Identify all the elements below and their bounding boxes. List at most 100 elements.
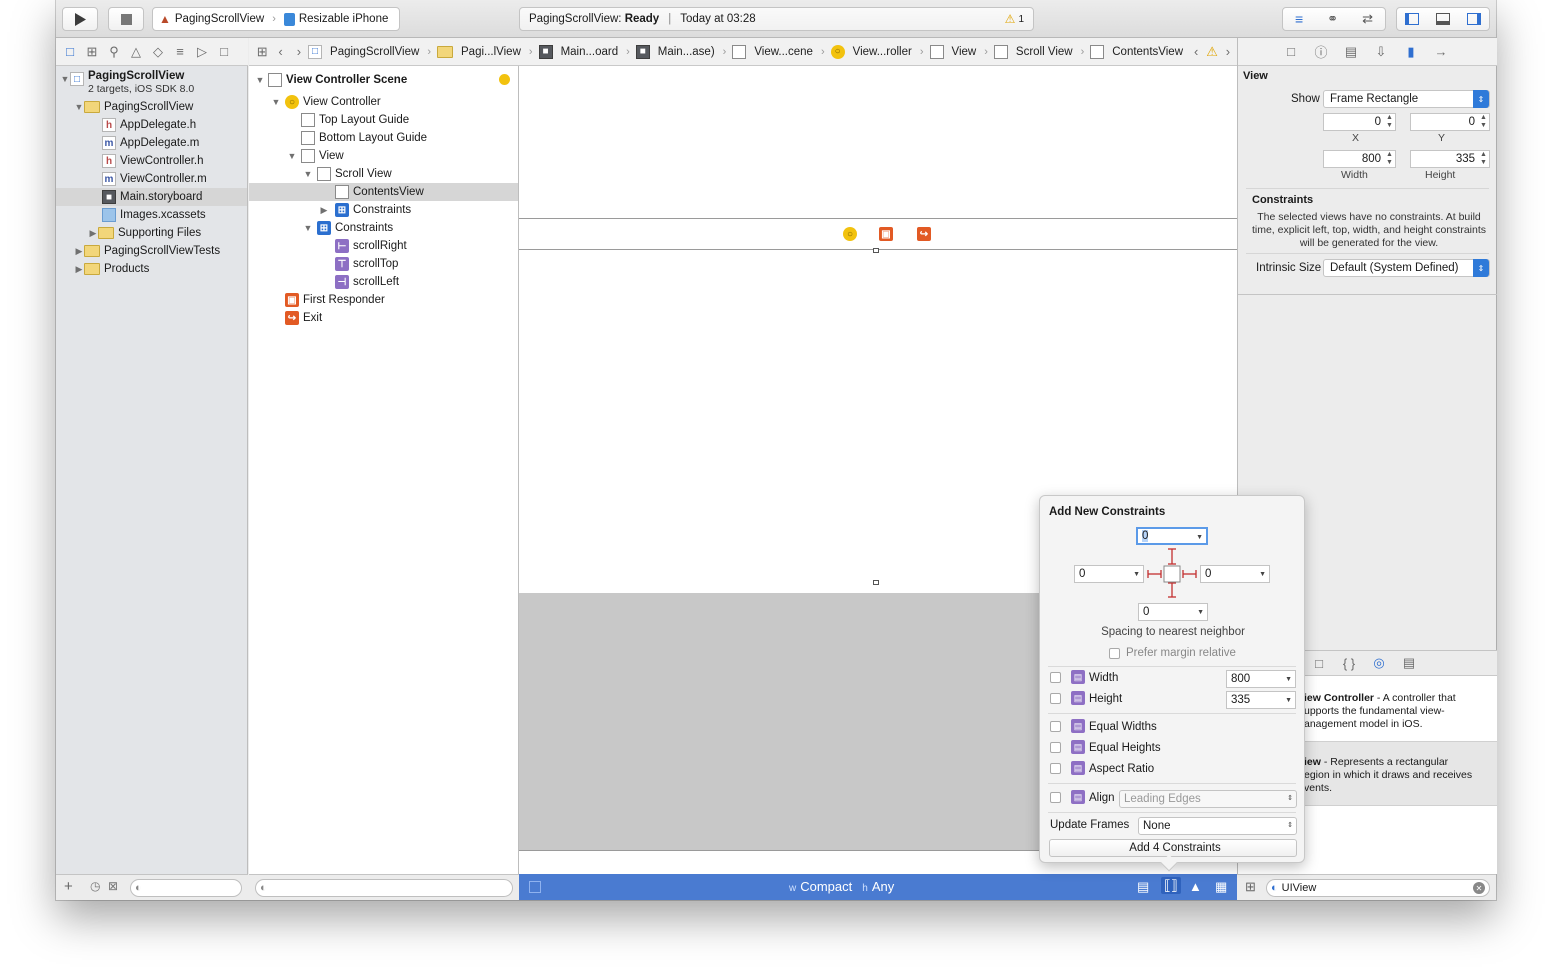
outline-row-selected[interactable]: ContentsView xyxy=(249,183,518,201)
disclosure-closed-icon[interactable]: ▶ xyxy=(319,205,329,216)
height-value-field[interactable]: 335 ▼ xyxy=(1226,691,1296,709)
add-icon[interactable]: + xyxy=(64,878,73,895)
outline-toggle-icon[interactable] xyxy=(529,881,541,893)
equal-widths-checkbox[interactable] xyxy=(1050,721,1061,732)
group-row[interactable]: ▶ PagingScrollViewTests xyxy=(74,242,220,260)
jump-bar-item[interactable]: ■ Main...oard › xyxy=(538,44,636,59)
dropdown-arrow-icon[interactable]: ▼ xyxy=(1197,609,1204,616)
identity-inspector-icon[interactable]: ▤ xyxy=(1340,44,1362,60)
stepper-icon[interactable]: ▲ ▼ xyxy=(1479,114,1488,130)
width-value-field[interactable]: 800 ▼ xyxy=(1226,670,1296,688)
height-checkbox[interactable] xyxy=(1050,693,1061,704)
jump-bar-item[interactable]: Scroll View › xyxy=(993,44,1090,59)
dropdown-arrow-icon[interactable]: ▼ xyxy=(1196,534,1203,541)
outline-row[interactable]: ⊣ scrollLeft xyxy=(335,273,399,291)
related-items-icon[interactable]: ⊞ xyxy=(253,44,271,60)
version-editor-icon[interactable]: ⇄ xyxy=(1362,11,1373,27)
resizing-icon[interactable]: ▦ xyxy=(1215,879,1227,895)
resolve-icon[interactable]: ▲ xyxy=(1189,879,1202,894)
outline-row[interactable]: ▼ ○ View Controller xyxy=(271,93,381,111)
navigator-filter-input[interactable]: ◐ xyxy=(130,879,242,897)
jump-bar-item[interactable]: ContentsView xyxy=(1090,44,1185,59)
disclosure-open-icon[interactable]: ▼ xyxy=(303,223,313,233)
project-row[interactable]: ▼ □ PagingScrollView 2 targets, iOS SDK … xyxy=(60,70,195,98)
left-spacing-field[interactable]: 0 ▼ xyxy=(1074,565,1144,583)
height-field[interactable]: 335 ▲ ▼ xyxy=(1410,150,1490,168)
utilities-toggle-icon[interactable] xyxy=(1466,13,1481,25)
dock-first-responder-icon[interactable]: ▣ xyxy=(879,227,893,241)
outline-row[interactable]: ▣ First Responder xyxy=(285,291,385,309)
top-spacing-field[interactable]: 0 ▼ xyxy=(1136,527,1208,545)
aspect-ratio-checkbox[interactable] xyxy=(1050,763,1061,774)
disclosure-open-icon[interactable]: ▼ xyxy=(255,75,265,85)
library-filter-input[interactable]: ◐ UIView ✕ xyxy=(1266,879,1490,897)
outline-row[interactable]: Top Layout Guide xyxy=(301,111,409,129)
file-row[interactable]: h AppDelegate.h xyxy=(102,116,196,134)
x-field[interactable]: 0 ▲ ▼ xyxy=(1323,113,1396,131)
jump-bar-item[interactable]: ■ Main...ase) › xyxy=(635,44,733,59)
run-button[interactable] xyxy=(62,7,98,31)
file-template-icon[interactable]: □ xyxy=(1308,655,1330,671)
stop-button[interactable] xyxy=(108,7,144,31)
y-field[interactable]: 0 ▲ ▼ xyxy=(1410,113,1490,131)
disclosure-open-icon[interactable]: ▼ xyxy=(303,169,313,179)
file-row[interactable]: m ViewController.m xyxy=(102,170,207,188)
project-navigator-icon[interactable]: □ xyxy=(59,44,81,60)
recent-files-icon[interactable]: ◷ xyxy=(90,879,100,893)
outline-filter-input[interactable]: ◐ xyxy=(255,879,513,897)
assistant-editor-icon[interactable]: ⚭ xyxy=(1327,11,1338,27)
align-checkbox[interactable] xyxy=(1050,792,1061,803)
dock-view-controller-icon[interactable]: ○ xyxy=(843,227,857,241)
pin-icon[interactable]: ⟦⟧ xyxy=(1161,877,1181,894)
disclosure-closed-icon[interactable]: ▶ xyxy=(74,264,84,275)
prefer-margin-checkbox[interactable] xyxy=(1109,648,1120,659)
resize-handle[interactable] xyxy=(873,580,879,585)
disclosure-closed-icon[interactable]: ▶ xyxy=(88,228,98,239)
jump-bar-item[interactable]: Pagi...lView › xyxy=(437,45,539,58)
file-inspector-icon[interactable]: □ xyxy=(1280,44,1302,60)
warning-icon[interactable]: ⚠ xyxy=(1205,44,1218,60)
warning-indicator[interactable]: ⚠ 1 xyxy=(1005,12,1024,26)
outline-row[interactable]: ▼ ⊞ Constraints xyxy=(303,219,393,237)
previous-issue-icon[interactable]: ‹ xyxy=(1187,44,1205,60)
show-popup[interactable]: Frame Rectangle ⇕ xyxy=(1323,90,1490,108)
report-navigator-icon[interactable]: □ xyxy=(213,44,235,60)
group-row[interactable]: ▶ Products xyxy=(74,260,149,278)
add-constraints-button[interactable]: Add 4 Constraints xyxy=(1049,839,1297,857)
clear-icon[interactable]: ✕ xyxy=(1473,882,1485,894)
outline-row[interactable]: ▼ Scroll View xyxy=(303,165,392,183)
dropdown-arrow-icon[interactable]: ▼ xyxy=(1133,571,1140,578)
object-library-icon[interactable]: ◎ xyxy=(1368,655,1390,671)
group-row[interactable]: ▶ Supporting Files xyxy=(88,224,201,242)
disclosure-open-icon[interactable]: ▼ xyxy=(287,151,297,161)
stepper-icon[interactable]: ▲ ▼ xyxy=(1479,151,1488,167)
dropdown-arrow-icon[interactable]: ▼ xyxy=(1259,571,1266,578)
equal-heights-checkbox[interactable] xyxy=(1050,742,1061,753)
test-navigator-icon[interactable]: ◇ xyxy=(147,44,169,60)
resize-handle[interactable] xyxy=(873,248,879,253)
debug-toggle-icon[interactable] xyxy=(1435,13,1450,25)
size-inspector-icon[interactable]: ▮ xyxy=(1400,44,1422,60)
scheme-selector[interactable]: ▲ PagingScrollView › Resizable iPhone xyxy=(152,7,400,31)
intrinsic-size-popup[interactable]: Default (System Defined) ⇕ xyxy=(1323,259,1490,277)
quick-help-icon[interactable]: ⓘ xyxy=(1310,44,1332,60)
code-snippet-icon[interactable]: { } xyxy=(1338,655,1360,671)
outline-row[interactable]: ▶ ⊞ Constraints xyxy=(319,201,411,219)
file-row[interactable]: h ViewController.h xyxy=(102,152,204,170)
bottom-spacing-field[interactable]: 0 ▼ xyxy=(1138,603,1208,621)
align-popup[interactable]: Leading Edges ⇕ xyxy=(1119,790,1297,808)
next-issue-icon[interactable]: › xyxy=(1219,44,1237,60)
disclosure-open-icon[interactable]: ▼ xyxy=(271,97,281,107)
width-checkbox[interactable] xyxy=(1050,672,1061,683)
jump-bar-item[interactable]: ○ View...roller › xyxy=(830,44,930,59)
jump-bar-item[interactable]: View...cene › xyxy=(732,44,830,59)
jump-bar-item[interactable]: □ PagingScrollView › xyxy=(308,44,437,59)
right-spacing-field[interactable]: 0 ▼ xyxy=(1200,565,1270,583)
size-class-selector[interactable]: w Compact h Any xyxy=(789,879,894,894)
group-row[interactable]: ▼ PagingScrollView xyxy=(74,98,193,116)
disclosure-closed-icon[interactable]: ▶ xyxy=(74,246,84,257)
standard-editor-icon[interactable]: ≡ xyxy=(1295,11,1303,27)
outline-row[interactable]: ▼ View xyxy=(287,147,344,165)
file-row[interactable]: m AppDelegate.m xyxy=(102,134,199,152)
outline-row[interactable]: ↪ Exit xyxy=(285,309,322,327)
